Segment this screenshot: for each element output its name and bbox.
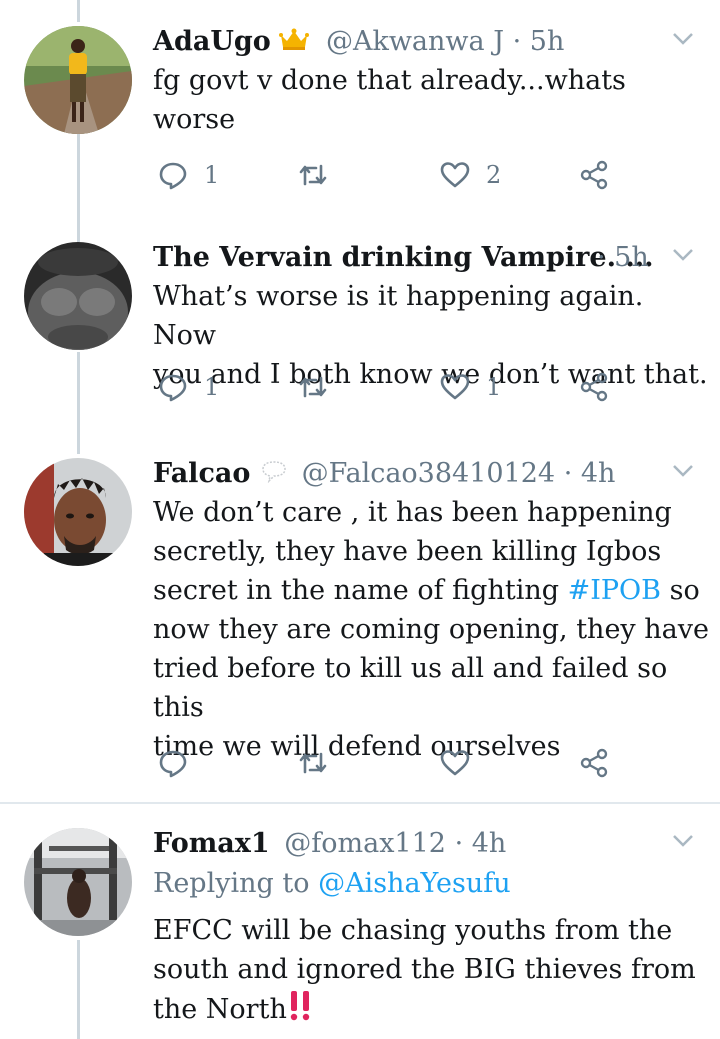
reply-button[interactable]: 1 [158,160,219,190]
reply-button[interactable]: 1 [158,372,219,402]
reply-icon [159,162,187,190]
like-count: 2 [486,161,502,189]
replying-prefix: Replying to [153,868,319,899]
user-handle[interactable]: @fomax112 [284,828,446,859]
like-button[interactable]: 2 [440,160,501,190]
tweet-header: The Vervain drinking Vampire. ... [153,242,654,273]
tweet-fomax1[interactable]: Fomax1 @fomax112 · 4h Replying to @Aisha… [0,828,720,1039]
like-button[interactable] [440,748,486,778]
user-name[interactable]: Falcao [153,458,250,489]
tweet-header: Fomax1 @fomax112 · 4h [153,828,506,859]
share-button[interactable] [580,748,610,778]
chevron-down-icon[interactable] [672,834,694,848]
reply-icon [159,750,187,778]
share-icon [580,160,608,190]
timestamp[interactable]: · 5h [597,242,649,273]
retweet-button[interactable] [298,372,344,402]
hashtag-link[interactable]: #IPOB [568,575,661,606]
mention-link[interactable]: @AishaYesufu [318,868,511,899]
tweet-vervain[interactable]: The Vervain drinking Vampire. ... · 5h W… [0,242,720,432]
tweet-divider [0,802,720,804]
like-count: 1 [486,373,502,401]
replying-to: Replying to @AishaYesufu [153,868,511,899]
tweet-text: We don’t care , it has been happening se… [153,493,713,766]
user-name[interactable]: The Vervain drinking Vampire. ... [153,242,654,273]
tweet-header: Falcao @Falcao38410124 · 4h [153,458,615,490]
tweet-adaugo[interactable]: AdaUgo @Akwanwa J · 5h fg govt v done th… [0,26,720,226]
chevron-down-icon[interactable] [672,32,694,46]
tweet-actions [0,748,720,788]
share-button[interactable] [580,160,610,190]
reply-button[interactable] [158,748,204,778]
avatar[interactable] [24,242,132,350]
tweet-actions: 1 2 [0,160,720,200]
user-handle[interactable]: @Akwanwa J [326,26,504,57]
avatar[interactable] [24,26,132,134]
like-button[interactable]: 1 [440,372,501,402]
reply-icon [159,374,187,402]
heart-icon [440,374,470,400]
crown-icon [279,27,310,58]
share-icon [580,748,608,778]
user-name[interactable]: Fomax1 [153,828,270,859]
share-button[interactable] [580,372,610,402]
user-name[interactable]: AdaUgo [153,26,271,57]
tweet-actions: 1 1 [0,372,720,412]
double-exclamation-icon [287,989,313,1032]
tweet-text: fg govt v done that already...whats wors… [153,65,626,135]
reply-count: 1 [204,161,220,189]
retweet-icon [299,752,327,774]
retweet-icon [299,164,327,186]
timestamp[interactable]: · 4h [455,828,507,859]
tweet-falcao[interactable]: Falcao @Falcao38410124 · 4h We don’t car… [0,458,720,788]
avatar[interactable] [24,458,132,566]
tweet-text: EFCC will be chasing youths from the sou… [153,911,713,1032]
tweet-text-part: EFCC will be chasing youths from the sou… [153,915,696,1025]
user-handle[interactable]: @Falcao38410124 [302,458,556,489]
timestamp[interactable]: · 5h [513,26,565,57]
chevron-down-icon[interactable] [672,248,694,262]
chevron-down-icon[interactable] [672,464,694,478]
retweet-button[interactable] [298,748,344,778]
thread-line [77,0,80,22]
retweet-button[interactable] [298,160,344,190]
retweet-icon [299,376,327,398]
avatar[interactable] [24,828,132,936]
tweet-header: AdaUgo @Akwanwa J · 5h [153,26,564,58]
speech-balloon-icon [259,459,289,490]
reply-count: 1 [204,373,220,401]
heart-icon [440,750,470,776]
share-icon [580,372,608,402]
timestamp[interactable]: · 4h [564,458,616,489]
timestamp-wrap: · 5h [597,242,649,273]
heart-icon [440,162,470,188]
